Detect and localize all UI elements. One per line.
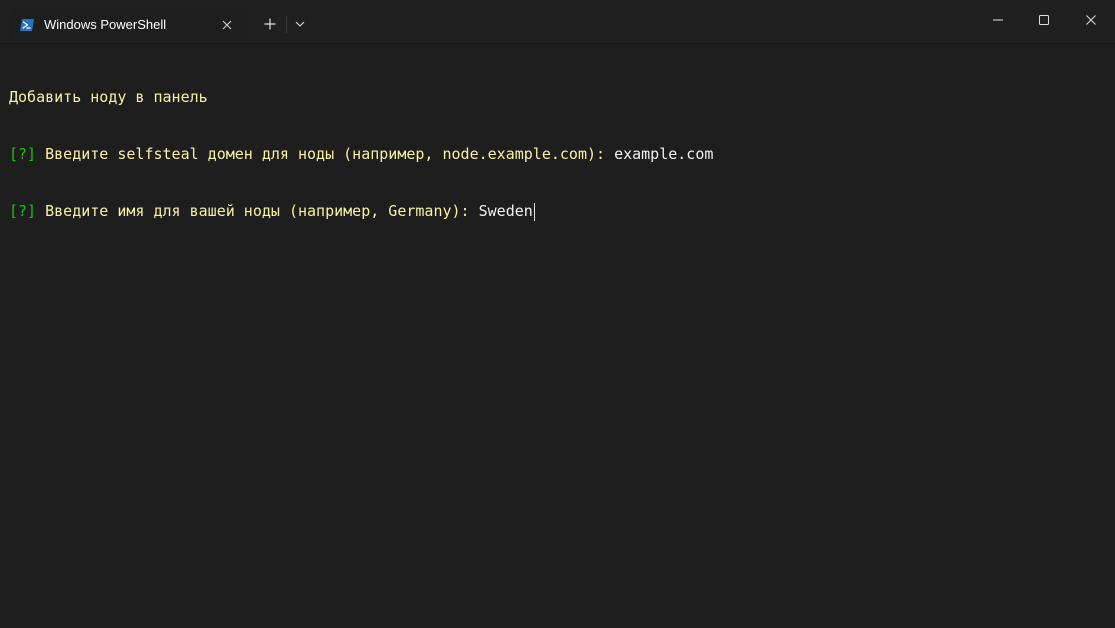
powershell-icon	[19, 17, 35, 33]
terminal-line: [?] Введите имя для вашей ноды (например…	[9, 202, 1115, 221]
prompt-marker: [?]	[9, 145, 37, 163]
prompt-text: Введите имя для вашей ноды (например, Ge…	[36, 202, 479, 220]
prompt-input[interactable]: Sweden	[479, 202, 533, 221]
tab-separator	[286, 16, 287, 33]
tab-dropdown-button[interactable]	[290, 12, 310, 36]
minimize-button[interactable]	[975, 0, 1021, 40]
terminal-output[interactable]: Добавить ноду в панель [?] Введите selfs…	[0, 42, 1115, 628]
close-icon	[222, 20, 232, 30]
new-tab-button[interactable]	[257, 12, 283, 36]
prompt-marker: [?]	[9, 202, 37, 220]
tab-windows-powershell[interactable]: Windows PowerShell	[9, 8, 248, 41]
tab-title: Windows PowerShell	[44, 17, 167, 32]
prompt-text: Введите selfsteal домен для ноды (наприм…	[36, 145, 615, 163]
close-icon	[1086, 15, 1096, 25]
terminal-line: Добавить ноду в панель	[9, 88, 1115, 107]
text-cursor	[533, 202, 535, 221]
close-window-button[interactable]	[1068, 0, 1114, 40]
plus-icon	[264, 18, 276, 30]
minimize-icon	[993, 19, 1003, 21]
maximize-button[interactable]	[1021, 0, 1067, 40]
maximize-icon	[1039, 15, 1049, 25]
chevron-down-icon	[295, 21, 305, 27]
heading-text: Добавить ноду в панель	[9, 88, 208, 106]
prompt-input: example.com	[614, 145, 714, 163]
terminal-line: [?] Введите selfsteal домен для ноды (на…	[9, 145, 1115, 164]
title-bar[interactable]: Windows PowerShell	[0, 0, 1115, 42]
close-tab-button[interactable]	[218, 16, 236, 34]
terminal-window: Windows PowerShell Добавить ноду в панел…	[0, 0, 1115, 628]
